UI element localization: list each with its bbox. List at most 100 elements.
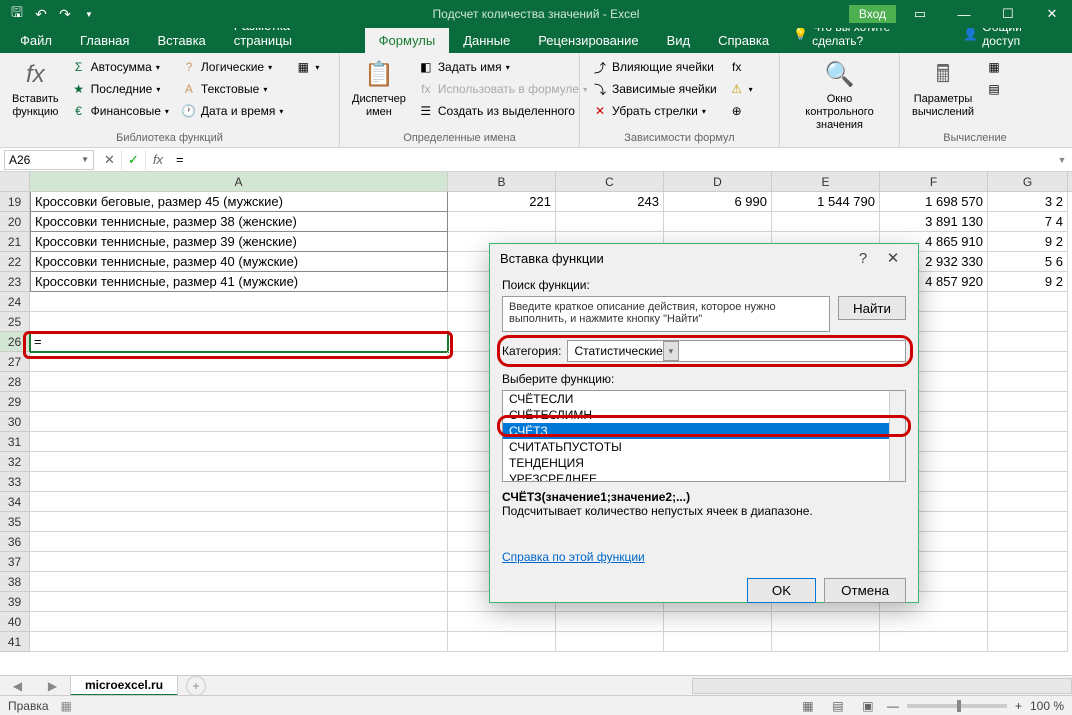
tab-formulas[interactable]: Формулы (365, 28, 450, 53)
cell[interactable] (988, 552, 1068, 572)
row-header[interactable]: 22 (0, 252, 30, 272)
cell[interactable]: 9 2 (988, 272, 1068, 292)
cell[interactable] (30, 452, 448, 472)
logical-button[interactable]: ?Логические ▾ (177, 57, 287, 77)
cell[interactable] (30, 472, 448, 492)
datetime-button[interactable]: 🕐Дата и время ▾ (177, 101, 287, 121)
cell[interactable]: 6 990 (664, 192, 772, 212)
login-button[interactable]: Вход (849, 5, 896, 23)
cell[interactable] (880, 632, 988, 652)
column-header[interactable]: F (880, 172, 988, 191)
cell[interactable]: 3 891 130 (880, 212, 988, 232)
cell[interactable] (772, 212, 880, 232)
tab-review[interactable]: Рецензирование (524, 28, 652, 53)
function-list-item[interactable]: ТЕНДЕНЦИЯ (503, 455, 905, 471)
accessibility-icon[interactable]: ▦ (61, 699, 72, 713)
formula-input[interactable] (170, 152, 1052, 167)
watch-window-button[interactable]: 🔍 Окно контрольного значения (788, 57, 891, 135)
column-header[interactable]: G (988, 172, 1068, 191)
tab-insert[interactable]: Вставка (143, 28, 219, 53)
cell[interactable] (772, 612, 880, 632)
use-in-formula-button[interactable]: fxИспользовать в формуле ▾ (414, 79, 591, 99)
row-header[interactable]: 36 (0, 532, 30, 552)
cell[interactable] (30, 372, 448, 392)
horizontal-scrollbar[interactable] (692, 678, 1072, 694)
tab-help[interactable]: Справка (704, 28, 783, 53)
cell[interactable] (988, 292, 1068, 312)
cell[interactable] (988, 332, 1068, 352)
evaluate-button[interactable]: ⊕ (725, 101, 757, 121)
financial-button[interactable]: €Финансовые ▾ (67, 101, 173, 121)
view-break-icon[interactable]: ▣ (857, 699, 879, 713)
cell[interactable] (556, 612, 664, 632)
cell[interactable]: 7 4 (988, 212, 1068, 232)
cell[interactable] (30, 432, 448, 452)
tab-file[interactable]: Файл (6, 28, 66, 53)
select-all-corner[interactable] (0, 172, 30, 191)
cell[interactable] (988, 372, 1068, 392)
cell[interactable]: Кроссовки теннисные, размер 40 (мужские) (30, 252, 448, 272)
cell[interactable] (988, 512, 1068, 532)
dialog-close-icon[interactable]: ✕ (878, 249, 908, 267)
error-check-button[interactable]: ⚠▾ (725, 79, 757, 99)
text-button[interactable]: AТекстовые ▾ (177, 79, 287, 99)
calc-sheet-button[interactable]: ▤ (982, 79, 1006, 99)
create-from-selection-button[interactable]: ☰Создать из выделенного (414, 101, 591, 121)
row-header[interactable]: 37 (0, 552, 30, 572)
cell[interactable] (988, 532, 1068, 552)
view-normal-icon[interactable]: ▦ (797, 699, 819, 713)
cell[interactable] (30, 352, 448, 372)
row-header[interactable]: 40 (0, 612, 30, 632)
zoom-out-button[interactable]: — (887, 699, 899, 713)
cell[interactable] (988, 592, 1068, 612)
remove-arrows-button[interactable]: ✕Убрать стрелки ▾ (588, 101, 721, 121)
cell[interactable] (448, 632, 556, 652)
save-icon[interactable]: 🖫 (6, 3, 28, 25)
cell[interactable] (30, 532, 448, 552)
zoom-slider[interactable] (907, 704, 1007, 708)
undo-icon[interactable]: ↶ (30, 3, 52, 25)
function-list-item[interactable]: СЧЁТЗ (503, 423, 905, 439)
recent-button[interactable]: ★Последние ▾ (67, 79, 173, 99)
column-header[interactable]: C (556, 172, 664, 191)
cell[interactable] (30, 292, 448, 312)
cell[interactable] (30, 572, 448, 592)
row-header[interactable]: 35 (0, 512, 30, 532)
zoom-in-button[interactable]: + (1015, 699, 1022, 713)
cell[interactable] (664, 632, 772, 652)
sheet-tab-active[interactable]: microexcel.ru (70, 675, 178, 696)
cell[interactable]: 1 544 790 (772, 192, 880, 212)
cell[interactable] (988, 472, 1068, 492)
autosum-button[interactable]: ΣАвтосумма ▾ (67, 57, 173, 77)
function-list-item[interactable]: СЧИТАТЬПУСТОТЫ (503, 439, 905, 455)
row-header[interactable]: 25 (0, 312, 30, 332)
show-formulas-button[interactable]: fx (725, 57, 757, 77)
name-box[interactable]: A26▼ (4, 150, 94, 170)
row-header[interactable]: 41 (0, 632, 30, 652)
cell[interactable]: 243 (556, 192, 664, 212)
cell[interactable]: Кроссовки теннисные, размер 41 (мужские) (30, 272, 448, 292)
find-button[interactable]: Найти (838, 296, 906, 320)
cell[interactable]: 1 698 570 (880, 192, 988, 212)
cell[interactable]: = (30, 332, 448, 352)
cell[interactable] (772, 632, 880, 652)
trace-dependents-button[interactable]: ⤵Зависимые ячейки (588, 79, 721, 99)
cell[interactable] (30, 412, 448, 432)
cell[interactable] (30, 512, 448, 532)
cell[interactable]: 9 2 (988, 232, 1068, 252)
maximize-icon[interactable]: ☐ (988, 0, 1028, 28)
row-header[interactable]: 32 (0, 452, 30, 472)
row-header[interactable]: 19 (0, 192, 30, 212)
function-list[interactable]: СЧЁТЕСЛИСЧЁТЕСЛИМНСЧЁТЗСЧИТАТЬПУСТОТЫТЕН… (502, 390, 906, 482)
cell[interactable] (988, 412, 1068, 432)
view-page-icon[interactable]: ▤ (827, 699, 849, 713)
function-list-item[interactable]: УРЕЗСРЕДНЕЕ (503, 471, 905, 482)
redo-icon[interactable]: ↷ (54, 3, 76, 25)
function-list-item[interactable]: СЧЁТЕСЛИ (503, 391, 905, 407)
row-header[interactable]: 27 (0, 352, 30, 372)
define-name-button[interactable]: ◧Задать имя ▾ (414, 57, 591, 77)
column-header[interactable]: A (30, 172, 448, 191)
sheet-nav[interactable]: ◀▶ (0, 679, 70, 693)
function-list-item[interactable]: СЧЁТЕСЛИМН (503, 407, 905, 423)
search-input[interactable]: Введите краткое описание действия, котор… (502, 296, 830, 332)
